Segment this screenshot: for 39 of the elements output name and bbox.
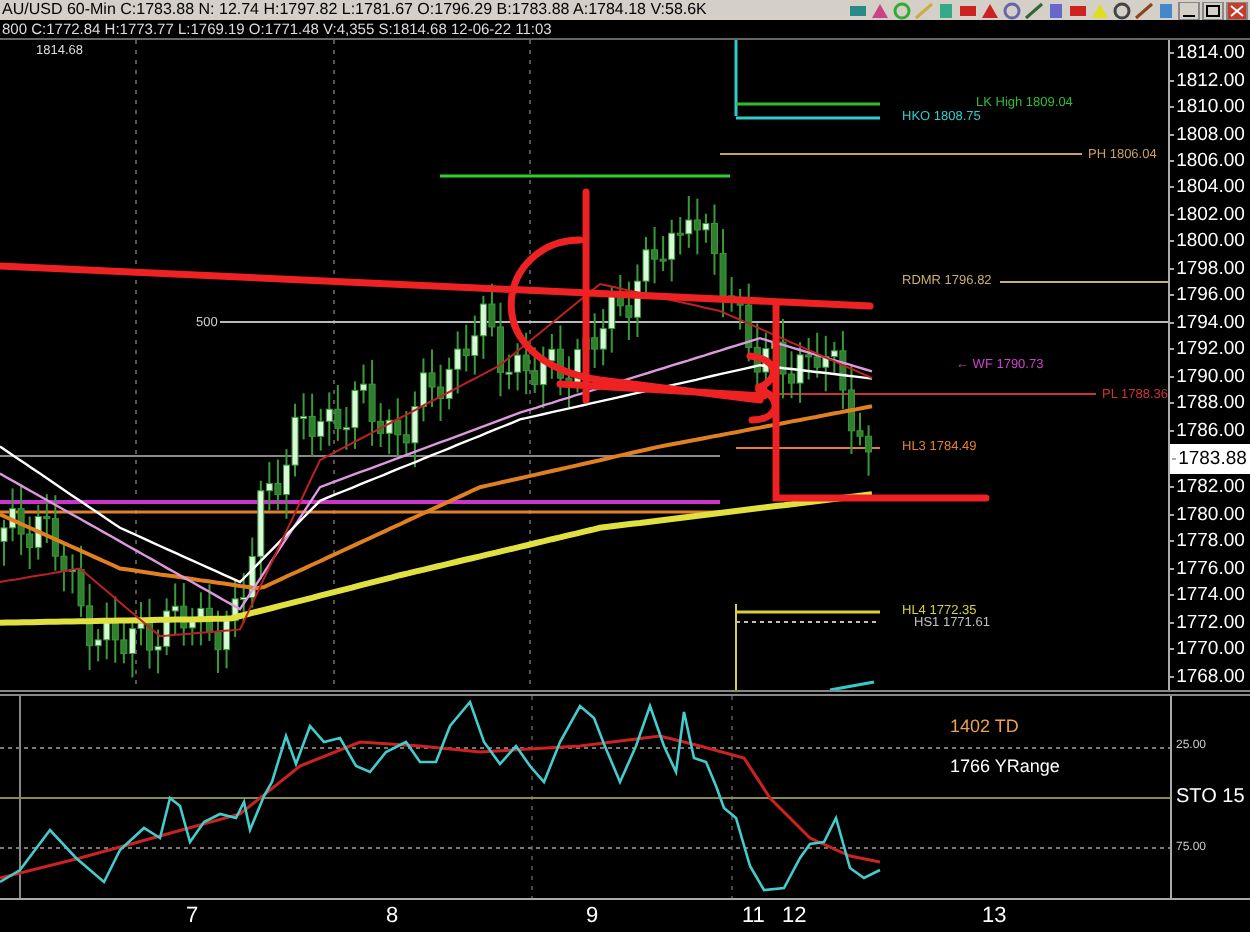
price-axis-label: 1812.00 [1170, 66, 1250, 94]
price-axis-label: 1780.00 [1170, 501, 1250, 529]
quote-text: AU/USD 60-Min C:1783.88 N: 12.74 H:1797.82 L:1781.67 O:1796.29 B:1783.88 A:1784.18 V:58.6K [0, 0, 707, 20]
price-axis-label: 1808.00 [1170, 120, 1250, 148]
time-axis-label: 12 [782, 904, 807, 928]
time-axis-label: 7 [186, 904, 199, 928]
indicator-label: 1766 YRange [950, 756, 1060, 776]
price-axis-label: 1768.00 [1170, 662, 1250, 690]
price-axis-label: 1806.00 [1170, 147, 1250, 175]
minimize-button[interactable] [1178, 1, 1200, 19]
price-axis-label: 1786.00 [1170, 416, 1250, 444]
price-axis-label: 1790.00 [1170, 362, 1250, 390]
time-axis-label: 8 [386, 904, 399, 928]
time-axis-label: 13 [982, 904, 1007, 928]
price-axis-label: 1782.00 [1170, 474, 1250, 502]
price-axis-label: 1774.00 [1170, 582, 1250, 610]
price-axis-label: 1788.00 [1170, 389, 1250, 417]
price-axis-label: 1770.00 [1170, 635, 1250, 663]
indicator-name: STO 15 [1176, 785, 1247, 808]
price-axis-label: 1798.00 [1170, 255, 1250, 283]
indicator-label: 1402 TD [950, 716, 1019, 736]
price-axis-label: 1776.00 [1170, 555, 1250, 583]
price-axis-label: 1792.00 [1170, 335, 1250, 363]
price-axis-label: 1794.00 [1170, 309, 1250, 336]
price-axis-label: 1800.00 [1170, 228, 1250, 256]
price-axis-label: 1802.00 [1170, 201, 1250, 229]
indicator-line [829, 680, 875, 690]
restore-button[interactable] [1202, 1, 1224, 19]
close-button[interactable] [1226, 1, 1248, 19]
level-line [736, 102, 880, 106]
price-axis-label: 1772.00 [1170, 609, 1250, 636]
price-axis-label: 1796.00 [1170, 282, 1250, 310]
price-axis-label: 1810.00 [1170, 93, 1250, 121]
price-axis-label: 1778.00 [1170, 528, 1250, 556]
time-axis-label: 11 [742, 904, 765, 928]
time-axis-label: 9 [586, 904, 599, 928]
price-axis-label: 1814.00 [1170, 40, 1250, 67]
current-price-label: 1783.88 [1170, 443, 1250, 475]
price-axis-label: 1804.00 [1170, 174, 1250, 202]
